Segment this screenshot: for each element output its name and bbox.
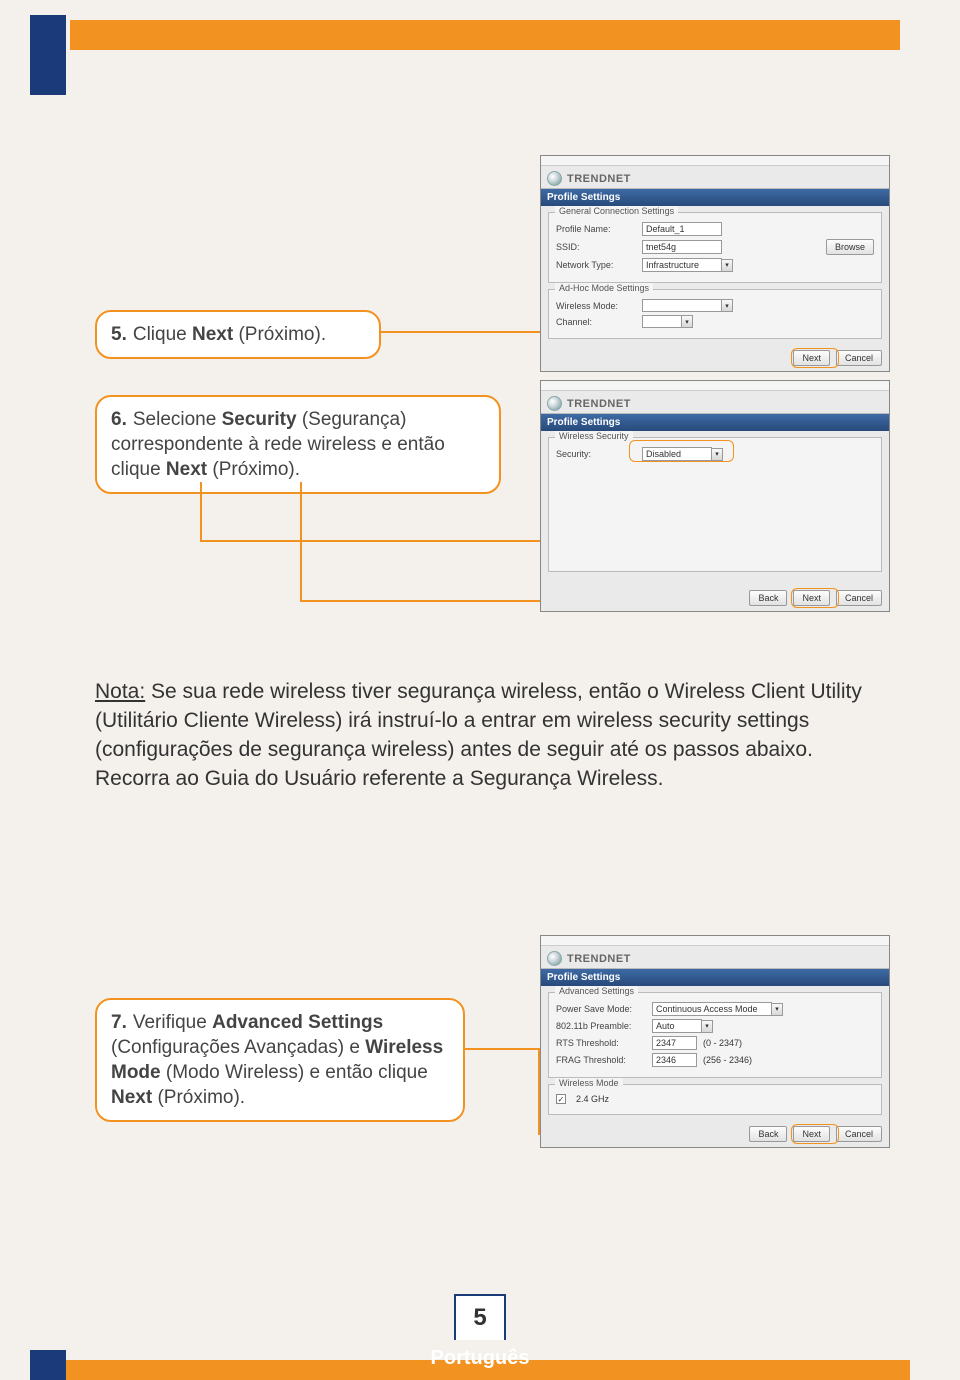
profile-settings-dialog-3: TRENDNET Profile Settings Advanced Setti… — [540, 935, 890, 1148]
callout-step-5: 5.Clique Next (Próximo). — [95, 310, 381, 359]
cancel-button[interactable]: Cancel — [836, 350, 882, 366]
dialog-subtitle: Profile Settings — [541, 414, 889, 431]
highlight-next — [791, 348, 839, 368]
chevron-down-icon: ▾ — [722, 299, 733, 312]
highlight-next — [791, 1124, 839, 1144]
trendnet-globe-icon — [547, 951, 562, 966]
chevron-down-icon: ▾ — [772, 1003, 783, 1016]
chevron-down-icon: ▾ — [702, 1020, 713, 1033]
back-button[interactable]: Back — [749, 590, 787, 606]
connector-line — [200, 482, 202, 542]
field-label: Profile Name: — [556, 224, 636, 234]
header-blue-bar — [30, 15, 66, 95]
brand-logo: TRENDNET — [547, 396, 883, 411]
note-paragraph: Nota: Se sua rede wireless tiver seguran… — [95, 678, 865, 794]
advanced-settings-group: Advanced Settings Power Save Mode: Conti… — [548, 992, 882, 1078]
chevron-down-icon: ▾ — [682, 315, 693, 328]
connector-line — [300, 482, 302, 602]
field-label: 802.11b Preamble: — [556, 1021, 646, 1031]
wireless-mode-select[interactable]: ▾ — [642, 299, 733, 312]
field-label: SSID: — [556, 242, 636, 252]
highlight-security — [629, 440, 734, 462]
channel-select[interactable]: ▾ — [642, 315, 693, 328]
frag-threshold-input[interactable]: 2346 — [652, 1053, 697, 1067]
preamble-select[interactable]: Auto ▾ — [652, 1019, 713, 1033]
freq-24ghz-checkbox[interactable]: ✓ — [556, 1094, 566, 1104]
ssid-input[interactable]: tnet54g — [642, 240, 722, 254]
wireless-security-group: Wireless Security Security: Disabled ▾ — [548, 437, 882, 572]
general-connection-settings-group: General Connection Settings Profile Name… — [548, 212, 882, 283]
footer-blue-bar — [30, 1350, 66, 1380]
trendnet-globe-icon — [547, 171, 562, 186]
note-lead: Nota: — [95, 680, 145, 703]
profile-settings-dialog-2: TRENDNET Profile Settings Wireless Secur… — [540, 380, 890, 612]
language-label: Português — [431, 1347, 530, 1370]
field-label: Channel: — [556, 317, 636, 327]
browse-button[interactable]: Browse — [826, 239, 874, 255]
cancel-button[interactable]: Cancel — [836, 590, 882, 606]
profile-settings-dialog-1: TRENDNET Profile Settings General Connec… — [540, 155, 890, 372]
rts-threshold-input[interactable]: 2347 — [652, 1036, 697, 1050]
step-number: 5. — [111, 324, 127, 345]
callout-step-6: 6.Selecione Security (Segurança) corresp… — [95, 395, 501, 494]
brand-logo: TRENDNET — [547, 951, 883, 966]
field-label: Security: — [556, 449, 636, 459]
brand-logo: TRENDNET — [547, 171, 883, 186]
field-label: Network Type: — [556, 260, 636, 270]
wireless-mode-group: Wireless Mode ✓ 2.4 GHz — [548, 1084, 882, 1115]
dialog-subtitle: Profile Settings — [541, 969, 889, 986]
range-note: (256 - 2346) — [703, 1055, 752, 1065]
trendnet-globe-icon — [547, 396, 562, 411]
back-button[interactable]: Back — [749, 1126, 787, 1142]
page-number: 5 — [454, 1294, 506, 1340]
freq-label: 2.4 GHz — [576, 1094, 609, 1104]
field-label: Wireless Mode: — [556, 301, 636, 311]
connector-line — [465, 1048, 540, 1050]
step-number: 6. — [111, 409, 127, 430]
header-orange-bar — [70, 20, 900, 50]
field-label: Power Save Mode: — [556, 1004, 646, 1014]
dialog-subtitle: Profile Settings — [541, 189, 889, 206]
callout-step-7: 7.Verifique Advanced Settings (Configura… — [95, 998, 465, 1122]
power-save-mode-select[interactable]: Continuous Access Mode ▾ — [652, 1002, 783, 1016]
network-type-select[interactable]: Infrastructure ▾ — [642, 258, 733, 272]
step-number: 7. — [111, 1012, 127, 1033]
field-label: FRAG Threshold: — [556, 1055, 646, 1065]
highlight-next — [791, 588, 839, 608]
field-label: RTS Threshold: — [556, 1038, 646, 1048]
cancel-button[interactable]: Cancel — [836, 1126, 882, 1142]
adhoc-mode-settings-group: Ad-Hoc Mode Settings Wireless Mode: ▾ Ch… — [548, 289, 882, 339]
range-note: (0 - 2347) — [703, 1038, 742, 1048]
profile-name-input[interactable]: Default_1 — [642, 222, 722, 236]
chevron-down-icon: ▾ — [722, 259, 733, 272]
